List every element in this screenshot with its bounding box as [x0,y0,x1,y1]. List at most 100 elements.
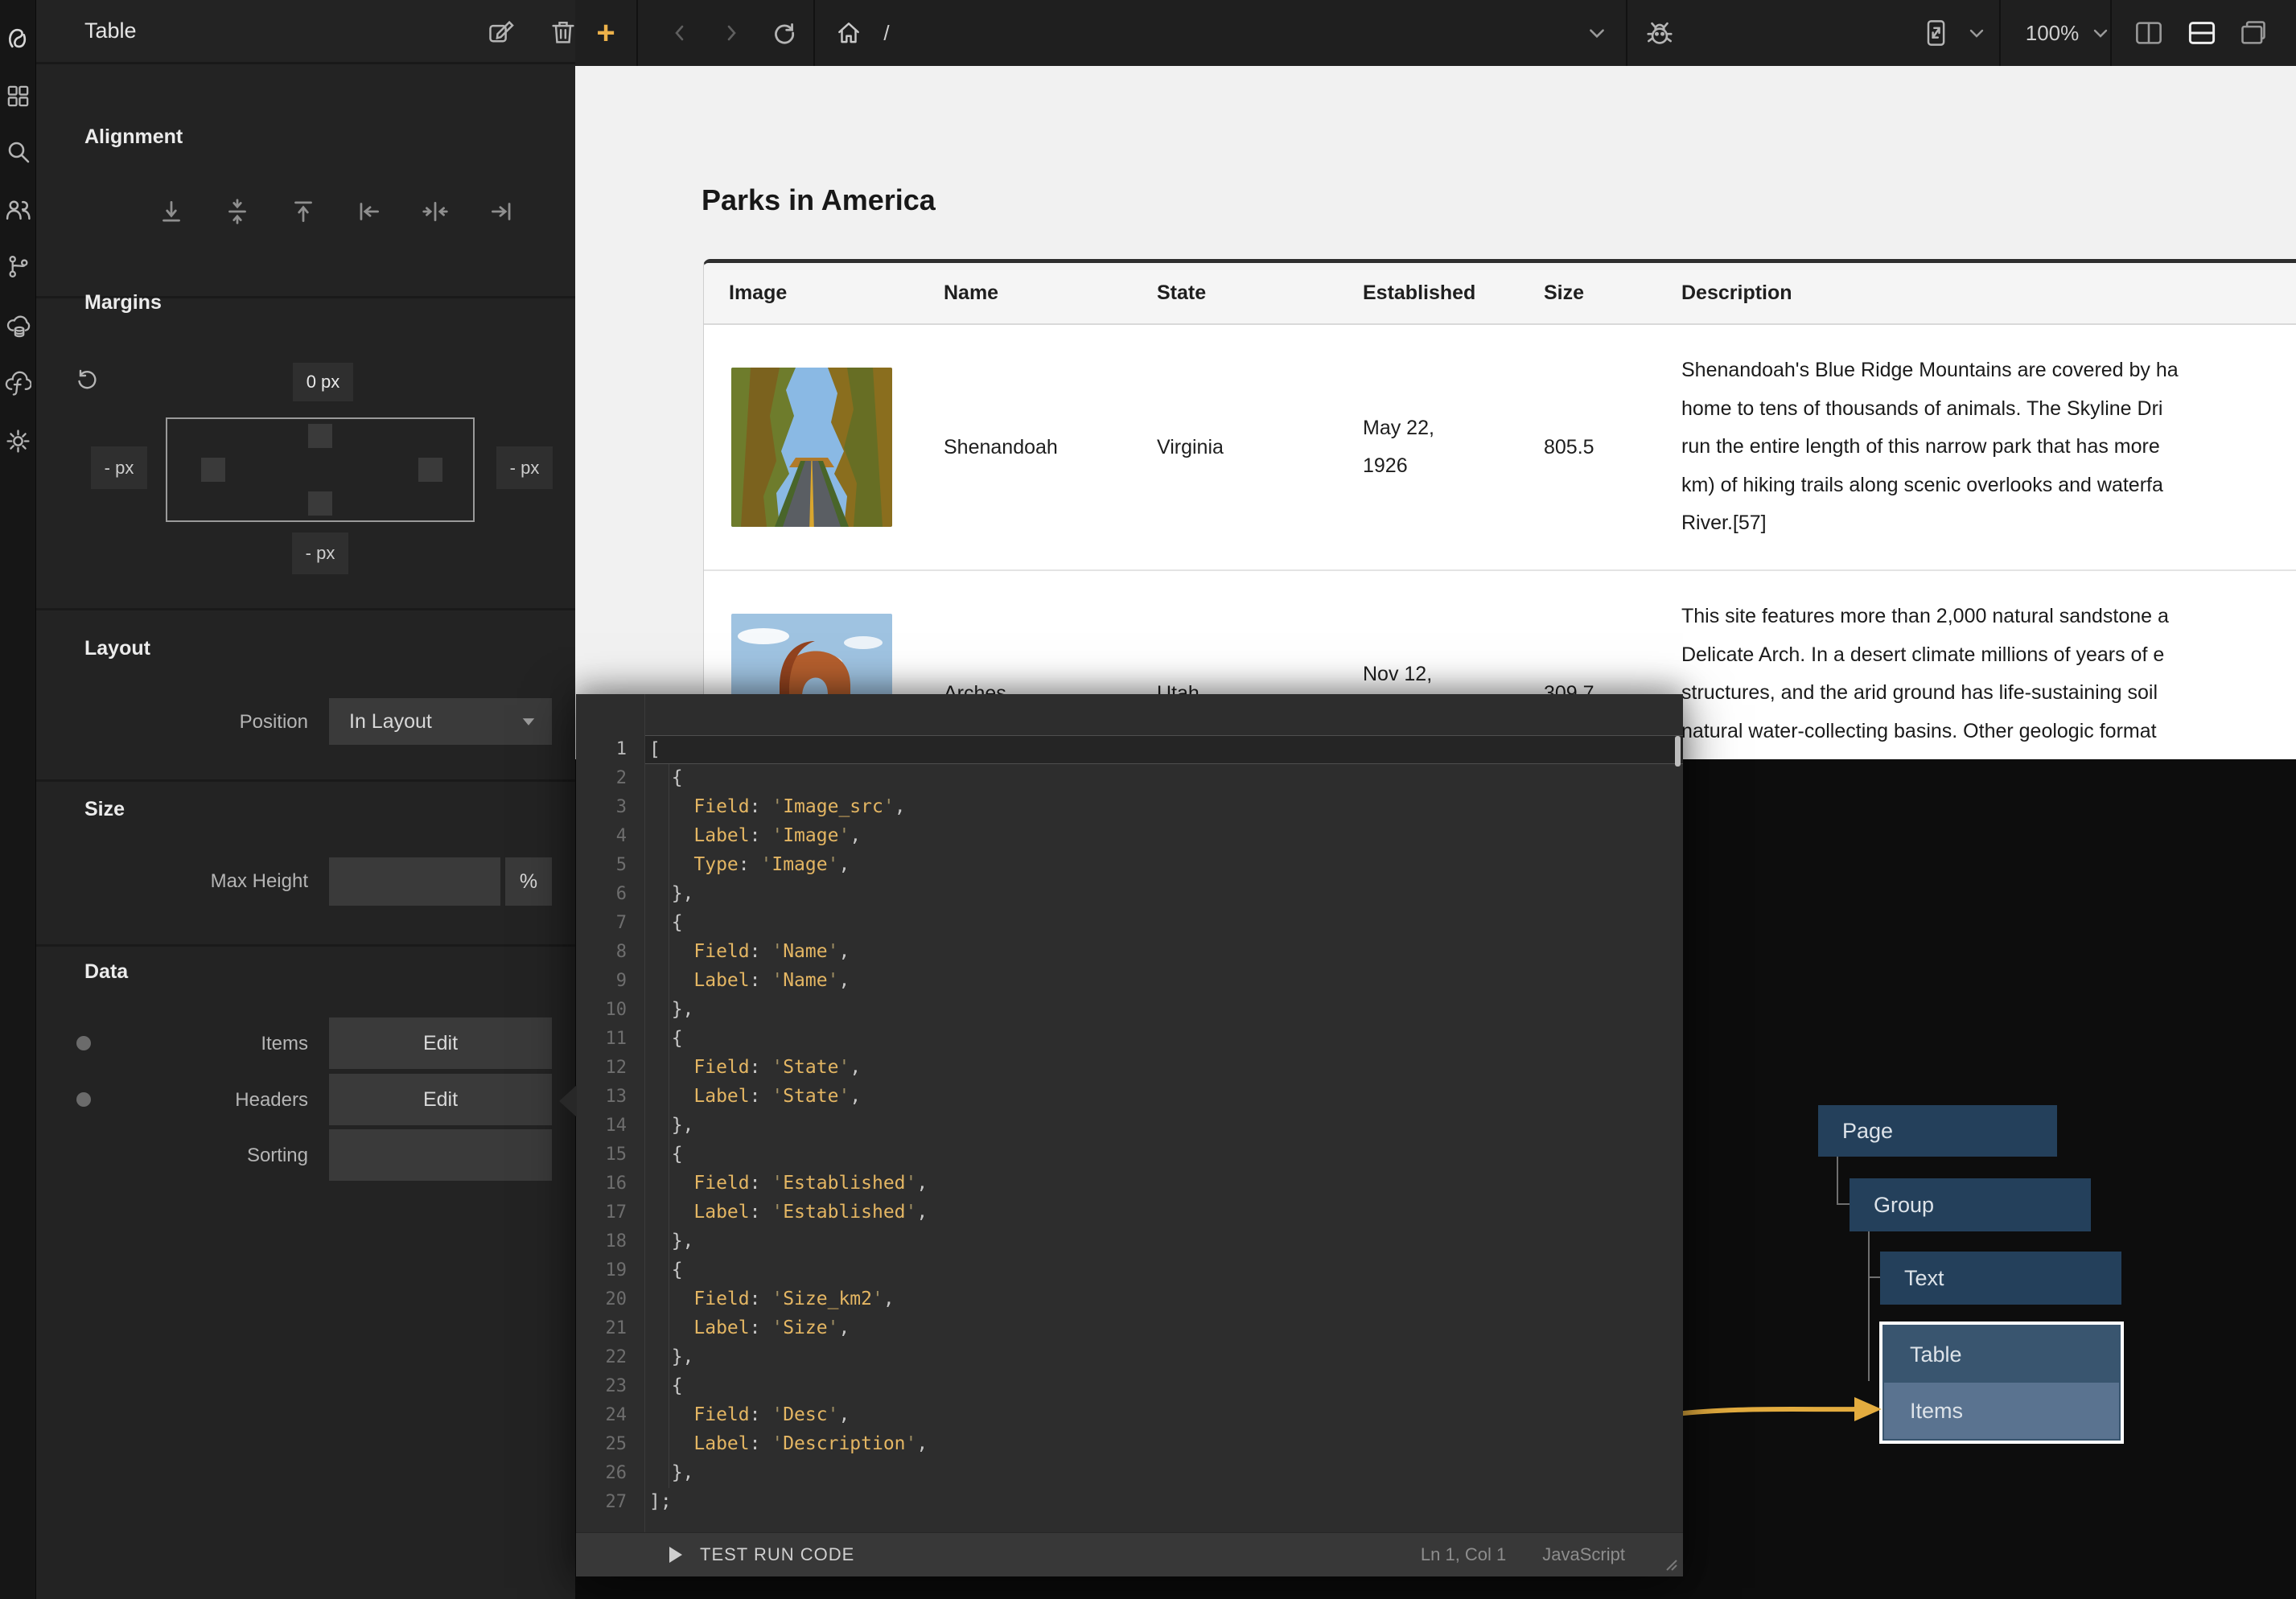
collaboration-icon[interactable] [5,196,31,223]
viewport-size-icon[interactable] [1917,0,1954,66]
column-header[interactable]: State [1157,263,1363,323]
align-right-icon[interactable] [487,197,516,226]
size-section-label: Size [84,798,125,821]
shenandoah-photo [731,368,892,527]
components-icon[interactable] [5,83,31,109]
version-control-icon[interactable] [5,253,31,280]
home-icon[interactable] [829,0,868,66]
selected-node-title: Table [84,18,137,43]
align-center-horizontal-icon[interactable] [421,197,450,226]
margin-box-diagram [166,417,475,522]
margin-left-handle[interactable] [201,458,225,482]
test-run-code-button[interactable]: TEST RUN CODE [700,1544,854,1565]
margin-bottom-handle[interactable] [308,491,332,516]
code-line[interactable]: 19 { [576,1256,1683,1285]
code-line[interactable]: 20 Field: 'Size_km2', [576,1285,1683,1314]
code-line[interactable]: 13 Label: 'State', [576,1083,1683,1112]
code-line[interactable]: 2 { [576,764,1683,793]
code-line[interactable]: 6 }, [576,880,1683,909]
alignment-section-label: Alignment [84,125,183,149]
max-height-input[interactable] [329,857,500,906]
code-line[interactable]: 10 }, [576,996,1683,1025]
code-line[interactable]: 3 Field: 'Image_src', [576,793,1683,822]
app-logo-icon[interactable] [5,24,31,51]
margin-top-handle[interactable] [308,424,332,448]
headers-port-dot[interactable] [76,1092,91,1107]
resize-grip[interactable] [1662,1556,1678,1572]
code-line[interactable]: 27]; [576,1488,1683,1517]
code-line[interactable]: 9 Label: 'Name', [576,967,1683,996]
code-line[interactable]: 24 Field: 'Desc', [576,1401,1683,1430]
viewport-chevron-icon[interactable] [1961,0,1993,66]
align-center-vertical-icon[interactable] [223,197,252,226]
position-select[interactable]: In Layout [329,698,552,745]
url-dropdown-chevron-icon[interactable] [1579,0,1615,66]
delete-icon[interactable] [549,18,578,47]
code-line[interactable]: 15 { [576,1141,1683,1169]
sorting-input[interactable] [329,1129,552,1181]
code-line[interactable]: 22 }, [576,1343,1683,1372]
description-line: km) of hiking trails along scenic overlo… [1681,467,2163,505]
split-columns-icon[interactable] [2128,0,2170,66]
margin-top-value[interactable]: 0 px [293,363,353,401]
rename-icon[interactable] [487,18,516,47]
code-line[interactable]: 7 { [576,909,1683,938]
settings-icon[interactable] [5,428,31,454]
parks-table: Image Name State Established Size Descri… [703,259,2296,759]
margin-right-value[interactable]: - px [496,446,553,489]
refresh-icon[interactable] [765,0,804,66]
headers-edit-button[interactable]: Edit [329,1074,552,1125]
cloud-functions-icon[interactable] [5,369,31,396]
code-line[interactable]: 26 }, [576,1459,1683,1488]
code-line[interactable]: 18 }, [576,1227,1683,1256]
popup-anchor-arrow [559,1085,577,1117]
items-port-dot[interactable] [76,1036,91,1050]
code-line[interactable]: 23 { [576,1372,1683,1401]
code-line[interactable]: 17 Label: 'Established', [576,1198,1683,1227]
code-line[interactable]: 8 Field: 'Name', [576,938,1683,967]
column-header[interactable]: Description [1681,263,2296,323]
code-line[interactable]: 12 Field: 'State', [576,1054,1683,1083]
items-edit-button[interactable]: Edit [329,1017,552,1069]
margin-right-handle[interactable] [418,458,442,482]
max-height-label: Max Height [147,870,308,893]
cloud-services-icon[interactable] [5,312,31,339]
add-node-button[interactable]: + [575,0,636,66]
search-icon[interactable] [5,138,31,165]
column-header[interactable]: Established [1363,263,1544,323]
code-editor[interactable]: 1[2 {3 Field: 'Image_src',4 Label: 'Imag… [576,694,1683,1532]
align-bottom-icon[interactable] [157,197,186,226]
code-line[interactable]: 1[ [576,735,1683,764]
margin-bottom-value[interactable]: - px [292,532,348,574]
code-line[interactable]: 16 Field: 'Established', [576,1169,1683,1198]
split-rows-icon[interactable] [2181,0,2223,66]
description-line: Shenandoah's Blue Ridge Mountains are co… [1681,351,2179,390]
language-label: JavaScript [1542,1544,1625,1565]
stacked-windows-icon[interactable] [2232,0,2274,66]
align-top-icon[interactable] [289,197,318,226]
code-line[interactable]: 21 Label: 'Size', [576,1314,1683,1343]
description-line: spires, fins, and towers.[8] [1681,750,1915,759]
editor-scrollbar[interactable] [1675,736,1681,767]
code-line[interactable]: 5 Type: 'Image', [576,851,1683,880]
margin-left-value[interactable]: - px [91,446,147,489]
code-line[interactable]: 25 Label: 'Description', [576,1430,1683,1459]
position-label: Position [147,711,308,734]
code-line[interactable]: 14 }, [576,1112,1683,1141]
code-line[interactable]: 11 { [576,1025,1683,1054]
code-line[interactable]: 4 Label: 'Image', [576,822,1683,851]
column-header[interactable]: Name [944,263,1157,323]
margins-reset-icon[interactable] [74,366,100,392]
nav-forward-icon[interactable] [714,0,749,66]
nav-back-icon[interactable] [662,0,697,66]
align-left-icon[interactable] [355,197,384,226]
run-play-icon[interactable] [669,1547,682,1563]
table-row[interactable]: Shenandoah Virginia May 22, 1926 805.5 S… [704,325,2296,571]
column-header[interactable]: Size [1544,263,1681,323]
debug-icon[interactable] [1639,0,1681,66]
column-header[interactable]: Image [704,263,944,323]
max-height-unit-button[interactable]: % [505,857,552,906]
url-path[interactable]: / [874,0,899,66]
zoom-level[interactable]: 100% [2020,0,2084,66]
zoom-chevron-icon[interactable] [2084,0,2117,66]
